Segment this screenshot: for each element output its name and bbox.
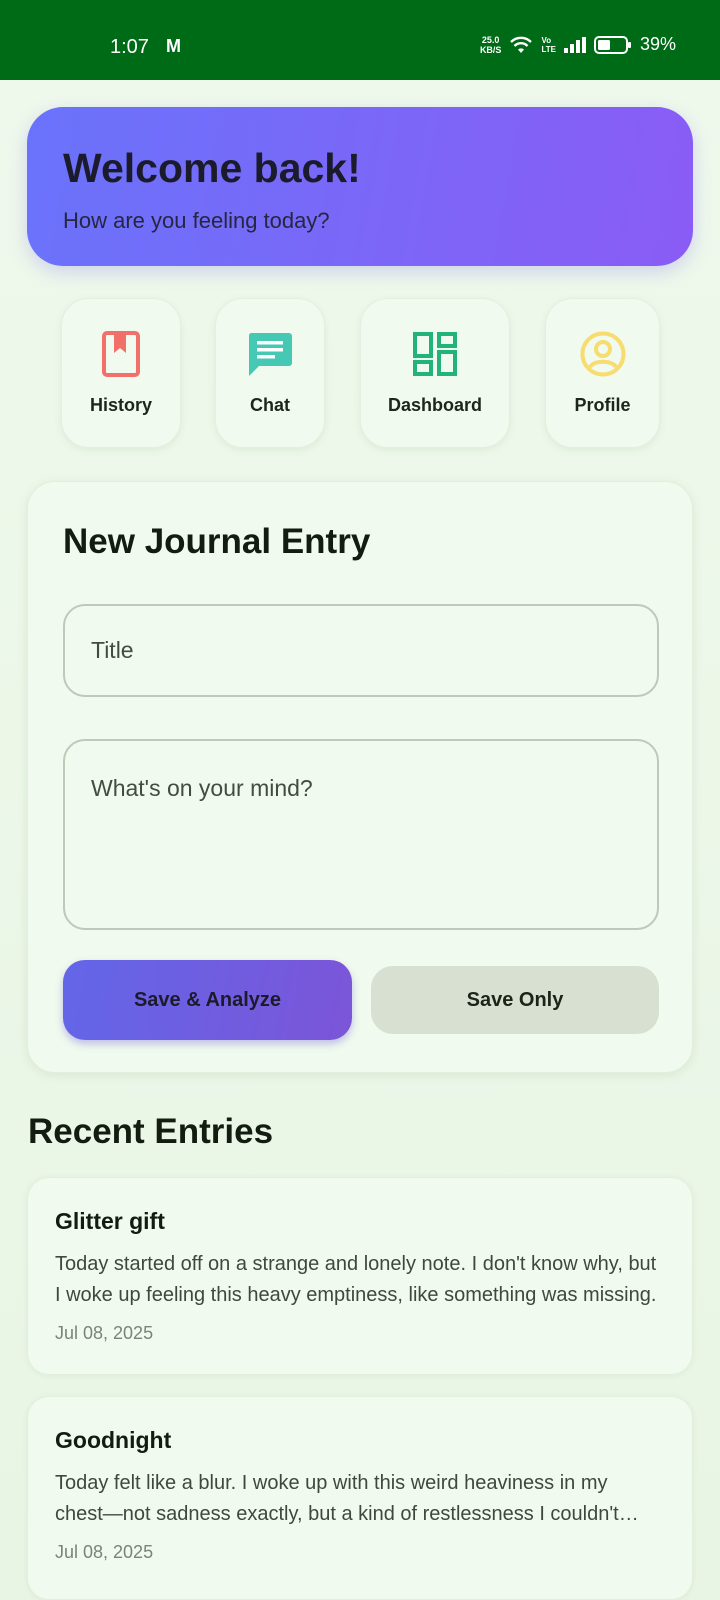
chat-icon [247,331,293,377]
nav-chat-label: Chat [250,395,290,415]
quick-nav: History Chat Dashboard Profile [0,298,720,448]
status-indicators: 25.0 KB/S Vo LTE 39% [480,34,676,55]
profile-icon [580,331,626,377]
nav-dashboard-label: Dashboard [387,395,483,415]
status-bar: 1:07 M 25.0 KB/S Vo LTE 39% [0,0,720,80]
wifi-icon [509,36,533,54]
entry-card[interactable]: Goodnight Today felt like a blur. I woke… [27,1396,693,1600]
entry-title: Goodnight [55,1427,172,1453]
battery-percent: 39% [639,34,676,54]
network-speed-unit: KB/S [479,44,502,55]
network-speed: 25.0 KB/S [480,35,502,55]
welcome-subtitle: How are you feeling today? [63,208,330,233]
status-time: 1:07 [110,36,149,58]
welcome-title: Welcome back! [63,145,361,191]
nav-profile[interactable]: Profile [545,298,660,448]
nav-dashboard[interactable]: Dashboard [360,298,510,448]
volte-bottom-text: LTE [541,44,556,54]
nav-history-label: History [89,395,152,415]
entry-title: Glitter gift [55,1208,165,1234]
nav-profile-label: Profile [574,395,631,415]
welcome-banner: Welcome back! How are you feeling today? [27,107,693,266]
entry-date: Jul 08, 2025 [55,1323,154,1343]
recent-entries-heading: Recent Entries [28,1112,274,1151]
battery-icon [593,35,632,54]
volte-top-text: Vo [541,35,552,45]
nav-chat[interactable]: Chat [215,298,325,448]
save-only-button[interactable]: Save Only [371,966,659,1034]
journal-body-input[interactable] [63,739,659,930]
entry-date: Jul 08, 2025 [55,1542,154,1562]
signal-icon [563,36,586,53]
nav-history[interactable]: History [61,298,181,448]
network-speed-value: 25.0 [481,34,500,45]
dashboard-icon [413,331,457,377]
new-journal-entry-card: New Journal Entry Save & Analyze Save On… [27,481,693,1073]
volte-indicator: Vo LTE [541,36,556,54]
entry-preview: Today felt like a blur. I woke up with t… [55,1472,619,1525]
save-analyze-button[interactable]: Save & Analyze [63,960,352,1040]
journal-heading: New Journal Entry [63,522,371,561]
entry-card[interactable]: Glitter gift Today started off on a stra… [27,1177,693,1375]
bookmark-icon [102,331,140,377]
entry-preview: Today started off on a strange and lonel… [55,1253,657,1306]
title-input[interactable] [63,604,659,697]
gmail-icon: M [166,36,181,56]
